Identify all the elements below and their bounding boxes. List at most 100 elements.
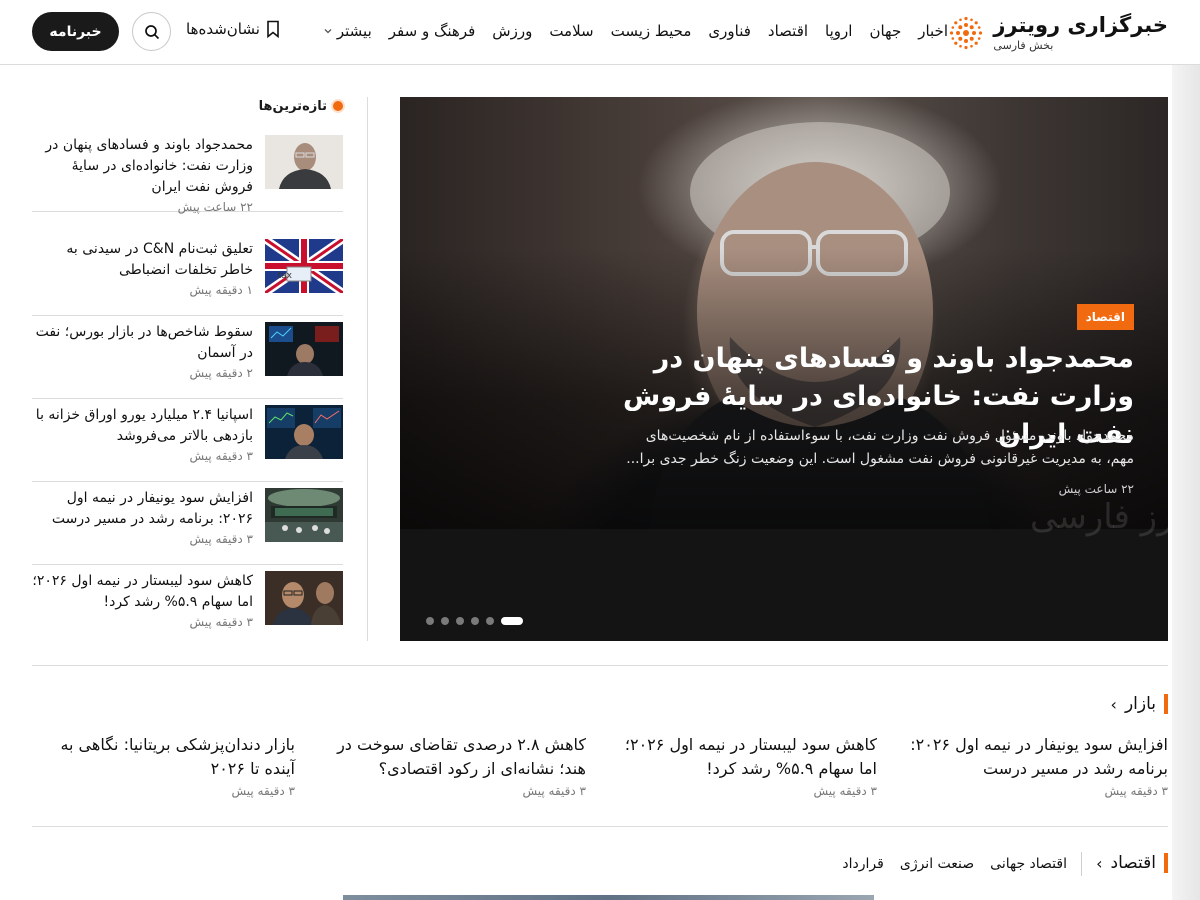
carousel-dot[interactable] xyxy=(441,617,449,625)
economy-subtabs: اقتصاد جهانی صنعت انرژی قرارداد xyxy=(826,852,1082,876)
logo-title: خبرگزاری رویترز xyxy=(993,13,1168,37)
trader-screens-thumb-icon xyxy=(265,405,343,459)
list-item-text: اسپانیا ۲.۴ میلیارد یورو اوراق خزانه با … xyxy=(32,405,253,463)
svg-text:tax: tax xyxy=(278,271,293,281)
nav-item-news[interactable]: اخبار xyxy=(918,22,948,40)
list-item[interactable]: محمدجواد باوند و فسادهای پنهان در وزارت … xyxy=(32,135,343,214)
latest-header: تازه‌ترین‌ها xyxy=(259,97,343,115)
market-card-time: ۳ دقیقه پیش xyxy=(1104,784,1168,798)
search-icon xyxy=(144,24,159,39)
list-item-time: ۳ دقیقه پیش xyxy=(189,532,253,546)
trader-thumb-icon xyxy=(265,322,343,376)
nav-item-environment[interactable]: محیط زیست xyxy=(611,22,692,40)
market-card-time: ۳ دقیقه پیش xyxy=(522,784,586,798)
list-item[interactable]: کاهش سود لیبستار در نیمه اول ۲۰۲۶؛ اما س… xyxy=(32,571,343,648)
live-dot-icon xyxy=(333,101,343,111)
hero-watermark: رویترز فارسی xyxy=(1030,497,1168,537)
nav-item-economy[interactable]: اقتصاد xyxy=(768,22,808,40)
list-item-title[interactable]: محمدجواد باوند و فسادهای پنهان در وزارت … xyxy=(32,135,253,198)
list-item-title[interactable]: کاهش سود لیبستار در نیمه اول ۲۰۲۶؛ اما س… xyxy=(32,571,253,613)
market-card[interactable]: کاهش سود لیبستار در نیمه اول ۲۰۲۶؛ اما س… xyxy=(615,733,877,798)
search-button[interactable] xyxy=(132,12,171,51)
carousel-dot[interactable] xyxy=(471,617,479,625)
list-item[interactable]: افزایش سود یونیفار در نیمه اول ۲۰۲۶: برن… xyxy=(32,488,343,565)
list-item-text: افزایش سود یونیفار در نیمه اول ۲۰۲۶: برن… xyxy=(32,488,253,546)
list-item-time: ۳ دقیقه پیش xyxy=(189,615,253,629)
market-card[interactable]: کاهش ۲.۸ درصدی تقاضای سوخت در هند؛ نشانه… xyxy=(324,733,586,798)
nav-more-menu[interactable]: بیشتر xyxy=(323,22,372,40)
portrait-thumb-icon xyxy=(265,135,343,189)
main-nav: اخبار جهان اروپا اقتصاد فناوری محیط زیست… xyxy=(306,20,948,42)
column-divider xyxy=(367,97,368,641)
carousel-dot[interactable] xyxy=(426,617,434,625)
list-item-text: تعلیق ثبت‌نام C&N در سیدنی به خاطر تخلفا… xyxy=(32,239,253,297)
list-item-text: محمدجواد باوند و فسادهای پنهان در وزارت … xyxy=(32,135,253,214)
nav-item-europe[interactable]: اروپا xyxy=(825,22,852,40)
carousel-dot[interactable] xyxy=(456,617,464,625)
nav-item-world[interactable]: جهان xyxy=(869,22,901,40)
nav-more-label: بیشتر xyxy=(336,22,372,40)
page-edge-shadow xyxy=(1172,0,1200,900)
economy-section-header[interactable]: اقتصاد › xyxy=(1096,853,1168,873)
list-item-time: ۲ دقیقه پیش xyxy=(189,366,253,380)
market-card-title[interactable]: بازار دندان‌پزشکی بریتانیا: نگاهی به آین… xyxy=(33,733,295,781)
hero-carousel[interactable]: رویترز فارسی اقتصاد محمدجواد باوند و فسا… xyxy=(400,97,1168,641)
tab-energy-industry[interactable]: صنعت انرژی xyxy=(900,856,974,872)
section-accent-bar xyxy=(1164,853,1168,873)
market-card-time: ۳ دقیقه پیش xyxy=(813,784,877,798)
tab-contract[interactable]: قرارداد xyxy=(842,856,883,872)
section-accent-bar xyxy=(1164,694,1168,714)
carousel-dot[interactable] xyxy=(501,617,523,625)
bookmarks-link[interactable]: نشان‌شده‌ها xyxy=(186,20,280,38)
list-item[interactable]: tax تعلیق ثبت‌نام C&N در سیدنی به خاطر ت… xyxy=(32,239,343,316)
list-item-title[interactable]: سقوط شاخص‌ها در بازار بورس؛ نفت در آسمان xyxy=(32,322,253,364)
list-item-title[interactable]: افزایش سود یونیفار در نیمه اول ۲۰۲۶: برن… xyxy=(32,488,253,530)
site-logo[interactable]: خبرگزاری رویترز بخش فارسی xyxy=(949,10,1168,56)
section-divider xyxy=(32,665,1168,666)
chevron-left-icon: › xyxy=(1110,694,1117,714)
trading-floor-thumb-icon xyxy=(265,488,343,542)
list-item-title[interactable]: اسپانیا ۲.۴ میلیارد یورو اوراق خزانه با … xyxy=(32,405,253,447)
nav-item-health[interactable]: سلامت xyxy=(549,22,593,40)
market-card[interactable]: بازار دندان‌پزشکی بریتانیا: نگاهی به آین… xyxy=(33,733,295,798)
market-card-title[interactable]: کاهش سود لیبستار در نیمه اول ۲۰۲۶؛ اما س… xyxy=(615,733,877,781)
subtabs-separator xyxy=(1081,852,1082,876)
hero-category-tag[interactable]: اقتصاد xyxy=(1076,304,1134,330)
carousel-dots xyxy=(426,617,523,625)
logo-subtitle: بخش فارسی xyxy=(993,39,1054,52)
economy-lead-image[interactable] xyxy=(343,895,874,900)
market-card[interactable]: افزایش سود یونیفار در نیمه اول ۲۰۲۶: برن… xyxy=(906,733,1168,798)
latest-title: تازه‌ترین‌ها xyxy=(258,98,327,114)
reuters-sun-icon xyxy=(950,16,983,50)
economy-section-title: اقتصاد xyxy=(1110,853,1156,873)
nav-item-culture-travel[interactable]: فرهنگ و سفر xyxy=(389,22,476,40)
list-item-time: ۲۲ ساعت پیش xyxy=(177,200,253,214)
newsletter-button[interactable]: خبرنامه xyxy=(32,12,119,51)
list-item[interactable]: سقوط شاخص‌ها در بازار بورس؛ نفت در آسمان… xyxy=(32,322,343,399)
list-item-text: سقوط شاخص‌ها در بازار بورس؛ نفت در آسمان… xyxy=(32,322,253,380)
list-item[interactable]: اسپانیا ۲.۴ میلیارد یورو اوراق خزانه با … xyxy=(32,405,343,482)
list-item-text: کاهش سود لیبستار در نیمه اول ۲۰۲۶؛ اما س… xyxy=(32,571,253,629)
list-item-title[interactable]: تعلیق ثبت‌نام C&N در سیدنی به خاطر تخلفا… xyxy=(32,239,253,281)
list-item-time: ۱ دقیقه پیش xyxy=(189,283,253,297)
bookmarks-label: نشان‌شده‌ها xyxy=(186,20,260,38)
traders-thumb-icon xyxy=(265,571,343,625)
chevron-down-icon xyxy=(324,29,332,34)
tab-global-economy[interactable]: اقتصاد جهانی xyxy=(990,856,1067,872)
hero-timestamp: ۲۲ ساعت پیش xyxy=(1058,482,1134,496)
logo-text: خبرگزاری رویترز بخش فارسی xyxy=(993,13,1168,52)
list-item-time: ۳ دقیقه پیش xyxy=(189,449,253,463)
flag-tax-thumb-icon: tax xyxy=(265,239,343,293)
carousel-dot[interactable] xyxy=(486,617,494,625)
market-card-title[interactable]: کاهش ۲.۸ درصدی تقاضای سوخت در هند؛ نشانه… xyxy=(324,733,586,781)
chevron-left-icon: › xyxy=(1096,853,1103,873)
market-card-title[interactable]: افزایش سود یونیفار در نیمه اول ۲۰۲۶: برن… xyxy=(906,733,1168,781)
market-card-time: ۳ دقیقه پیش xyxy=(231,784,295,798)
nav-item-sports[interactable]: ورزش xyxy=(492,22,532,40)
section-divider xyxy=(32,826,1168,827)
hero-summary: محمدجواد باوند، مسئول فروش نفت وزارت نفت… xyxy=(626,428,1134,467)
market-section-header[interactable]: بازار › xyxy=(1111,694,1168,714)
bookmark-icon xyxy=(267,20,279,38)
nav-item-technology[interactable]: فناوری xyxy=(708,22,751,40)
market-section-title: بازار xyxy=(1124,694,1156,714)
